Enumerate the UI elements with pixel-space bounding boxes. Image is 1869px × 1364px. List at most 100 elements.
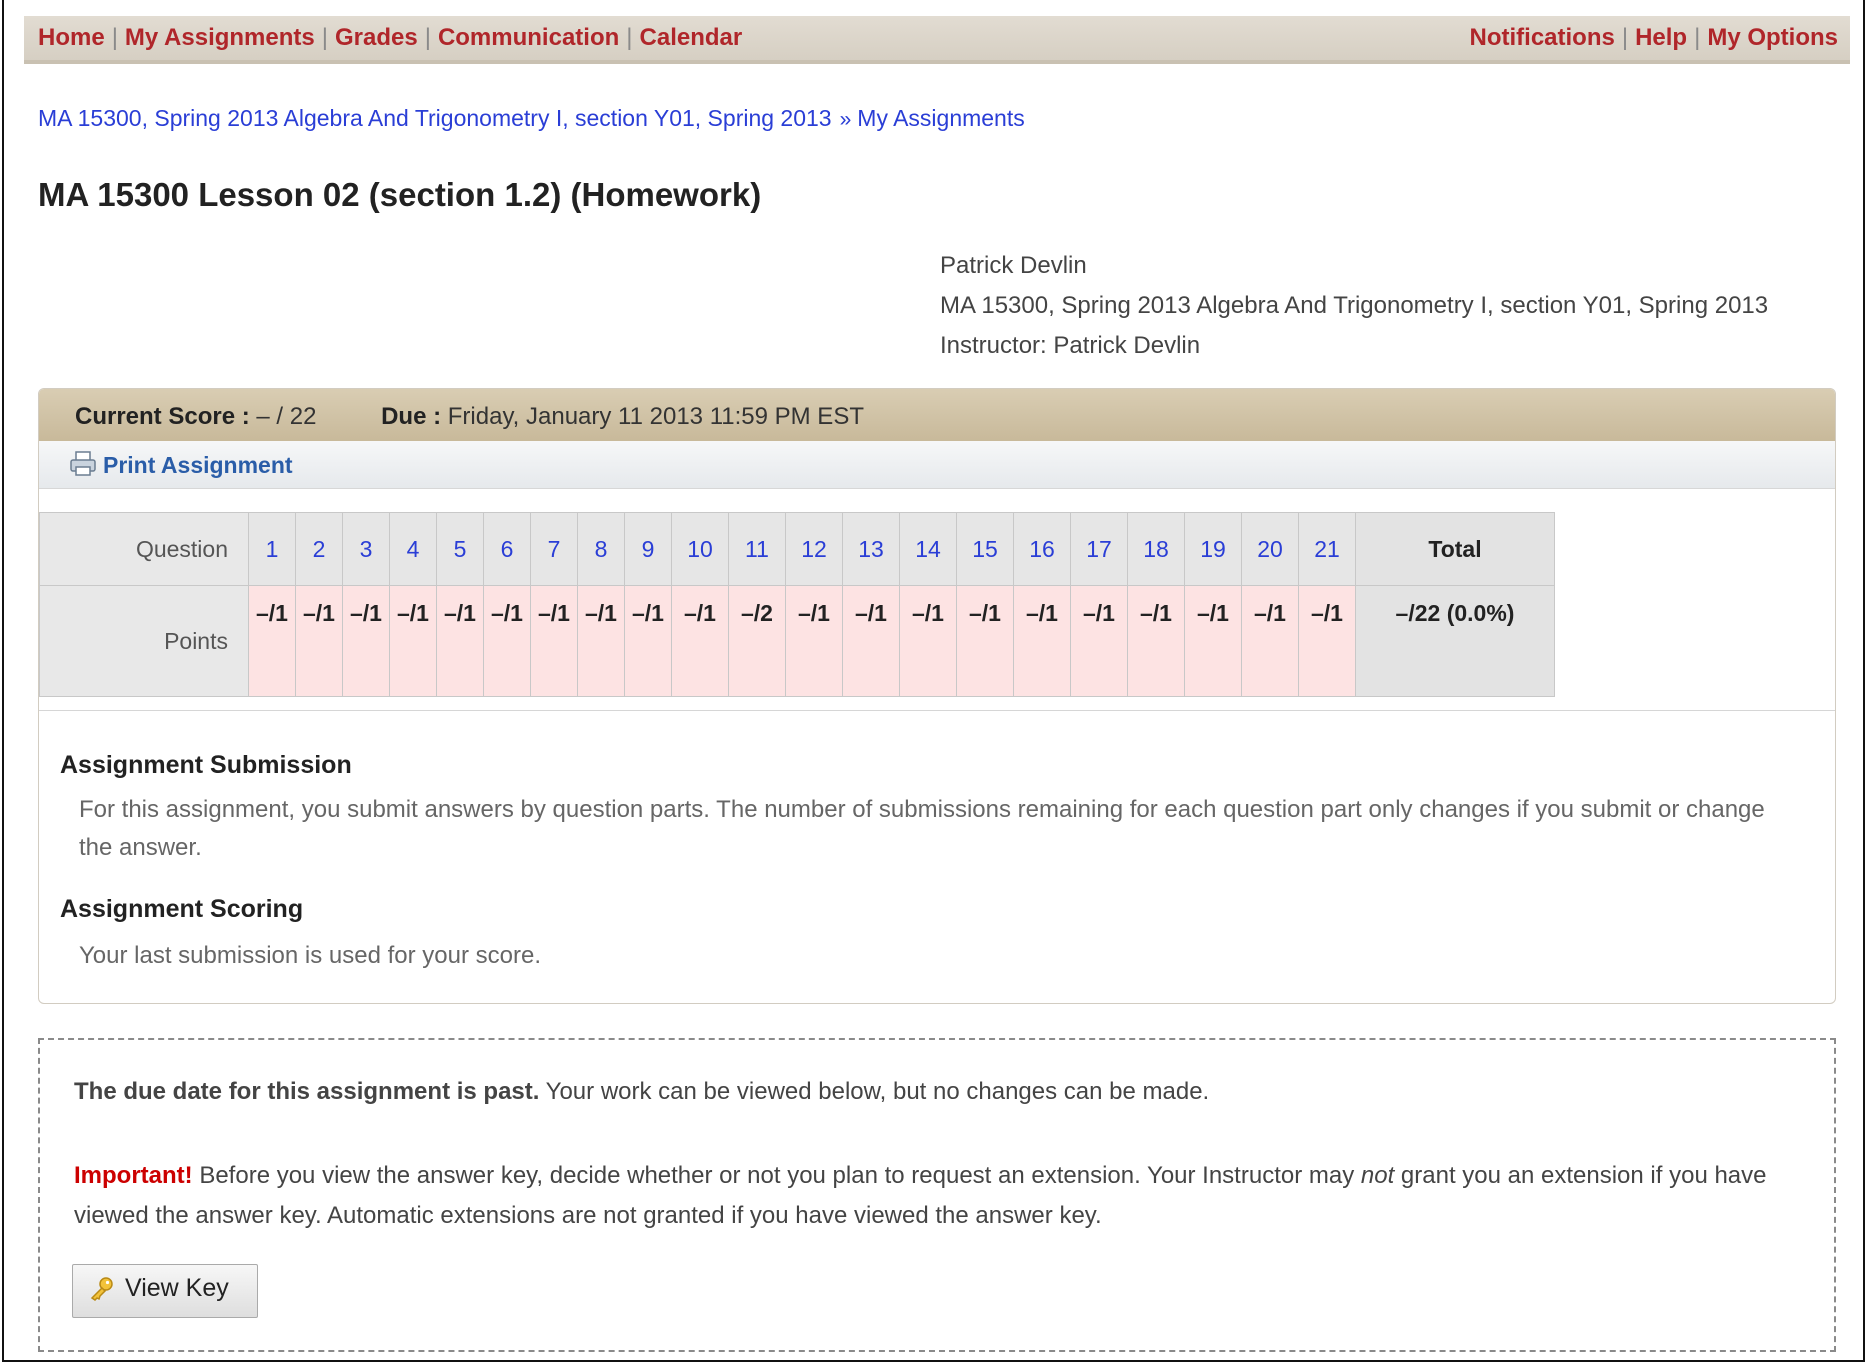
question-link[interactable]: 15 <box>956 512 1014 586</box>
nav-left: Home | My Assignments | Grades | Communication… <box>38 24 742 52</box>
nav-separator: | <box>321 24 328 51</box>
question-link[interactable]: 20 <box>1241 512 1299 586</box>
points-cell: –/1 <box>1184 585 1242 697</box>
question-link[interactable]: 2 <box>295 512 343 586</box>
question-link[interactable]: 17 <box>1070 512 1128 586</box>
student-info: Patrick Devlin MA 15300, Spring 2013 Alg… <box>940 246 1768 366</box>
total-points: –/22 (0.0%) <box>1355 585 1555 697</box>
scoring-text: Your last submission is used for your sc… <box>79 942 541 969</box>
question-link[interactable]: 7 <box>530 512 578 586</box>
points-cell: –/1 <box>671 585 729 697</box>
important-label: Important! <box>74 1162 193 1189</box>
divider <box>39 710 1835 711</box>
question-link[interactable]: 19 <box>1184 512 1242 586</box>
nav-separator: | <box>1694 24 1701 51</box>
points-cell: –/1 <box>483 585 531 697</box>
breadcrumb-separator: » <box>839 108 852 131</box>
points-cell: –/1 <box>899 585 957 697</box>
nav-separator: | <box>1621 24 1629 51</box>
nav-my-options[interactable]: My Options <box>1707 24 1838 51</box>
current-score-label: Current Score : <box>75 403 250 430</box>
points-row-label: Points <box>39 585 249 697</box>
question-link[interactable]: 4 <box>389 512 437 586</box>
key-icon <box>89 1275 115 1308</box>
points-cell: –/1 <box>295 585 343 697</box>
question-row: Question 1 2 3 4 5 6 7 8 9 10 11 12 13 1… <box>39 512 1555 586</box>
question-link[interactable]: 10 <box>671 512 729 586</box>
assignment-panel: Current Score : – / 22 Due : Friday, Jan… <box>38 388 1836 1004</box>
student-name: Patrick Devlin <box>940 252 1087 279</box>
points-cell: –/1 <box>1127 585 1185 697</box>
question-link[interactable]: 5 <box>436 512 484 586</box>
nav-notifications[interactable]: Notifications <box>1470 24 1615 51</box>
question-link[interactable]: 3 <box>342 512 390 586</box>
instructor-name: Instructor: Patrick Devlin <box>940 332 1201 359</box>
question-link[interactable]: 1 <box>248 512 296 586</box>
nav-grades[interactable]: Grades <box>335 24 418 51</box>
due-past-rest: Your work can be viewed below, but no ch… <box>539 1078 1210 1105</box>
print-assignment-link[interactable]: Print Assignment <box>69 451 293 478</box>
nav-separator: | <box>626 24 633 51</box>
points-row: Points –/1 –/1 –/1 –/1 –/1 –/1 –/1 –/1 –… <box>39 585 1555 697</box>
points-cell: –/1 <box>342 585 390 697</box>
score-header: Current Score : – / 22 Due : Friday, Jan… <box>39 389 1835 441</box>
print-row: Print Assignment <box>39 441 1835 489</box>
breadcrumb-current[interactable]: My Assignments <box>857 105 1024 131</box>
question-link[interactable]: 14 <box>899 512 957 586</box>
points-cell: –/1 <box>785 585 843 697</box>
nav-right: Notifications | Help | My Options <box>1470 24 1839 52</box>
question-link[interactable]: 13 <box>842 512 900 586</box>
current-score-value: – / 22 <box>256 403 317 430</box>
submission-title: Assignment Submission <box>60 751 352 779</box>
score-table: Question 1 2 3 4 5 6 7 8 9 10 11 12 13 1… <box>39 512 1555 697</box>
points-cell: –/2 <box>728 585 786 697</box>
breadcrumb-course-link[interactable]: MA 15300, Spring 2013 Algebra And Trigon… <box>38 105 832 131</box>
print-assignment-label: Print Assignment <box>103 452 293 478</box>
important-emphasis: not <box>1360 1162 1395 1189</box>
question-link[interactable]: 6 <box>483 512 531 586</box>
scoring-title: Assignment Scoring <box>60 895 304 923</box>
question-link[interactable]: 9 <box>624 512 672 586</box>
points-cell: –/1 <box>1241 585 1299 697</box>
due-notice: The due date for this assignment is past… <box>38 1038 1836 1352</box>
nav-home[interactable]: Home <box>38 24 105 51</box>
breadcrumb: MA 15300, Spring 2013 Algebra And Trigon… <box>38 105 1025 132</box>
printer-icon <box>69 451 97 483</box>
due-label: Due : <box>381 403 442 430</box>
points-cell: –/1 <box>577 585 625 697</box>
question-link[interactable]: 11 <box>728 512 786 586</box>
due-past-bold: The due date for this assignment is past… <box>74 1078 540 1105</box>
nav-calendar[interactable]: Calendar <box>640 24 743 51</box>
points-cell: –/1 <box>956 585 1014 697</box>
question-link[interactable]: 12 <box>785 512 843 586</box>
question-link[interactable]: 21 <box>1298 512 1356 586</box>
due-past-message: The due date for this assignment is past… <box>74 1078 1209 1106</box>
points-cell: –/1 <box>1298 585 1356 697</box>
due-date: Due : Friday, January 11 2013 11:59 PM E… <box>381 403 864 430</box>
important-message: Important! Before you view the answer ke… <box>74 1156 1794 1236</box>
view-key-label: View Key <box>125 1274 229 1302</box>
nav-my-assignments[interactable]: My Assignments <box>125 24 315 51</box>
nav-separator: | <box>424 24 431 51</box>
points-cell: –/1 <box>530 585 578 697</box>
question-link[interactable]: 16 <box>1013 512 1071 586</box>
due-value: Friday, January 11 2013 11:59 PM EST <box>447 403 864 430</box>
view-key-button[interactable]: View Key <box>72 1264 258 1318</box>
total-header: Total <box>1355 512 1555 586</box>
points-cell: –/1 <box>624 585 672 697</box>
points-cell: –/1 <box>1070 585 1128 697</box>
question-row-label: Question <box>39 512 249 586</box>
page-title: MA 15300 Lesson 02 (section 1.2) (Homewo… <box>38 176 762 213</box>
top-navigation: Home | My Assignments | Grades | Communication… <box>24 16 1850 64</box>
points-cell: –/1 <box>436 585 484 697</box>
submission-text: For this assignment, you submit answers … <box>79 796 1765 861</box>
question-link[interactable]: 8 <box>577 512 625 586</box>
nav-separator: | <box>111 24 118 51</box>
nav-help[interactable]: Help <box>1635 24 1687 51</box>
points-cell: –/1 <box>1013 585 1071 697</box>
nav-communication[interactable]: Communication <box>438 24 619 51</box>
points-cell: –/1 <box>248 585 296 697</box>
question-link[interactable]: 18 <box>1127 512 1185 586</box>
points-cell: –/1 <box>842 585 900 697</box>
points-cell: –/1 <box>389 585 437 697</box>
